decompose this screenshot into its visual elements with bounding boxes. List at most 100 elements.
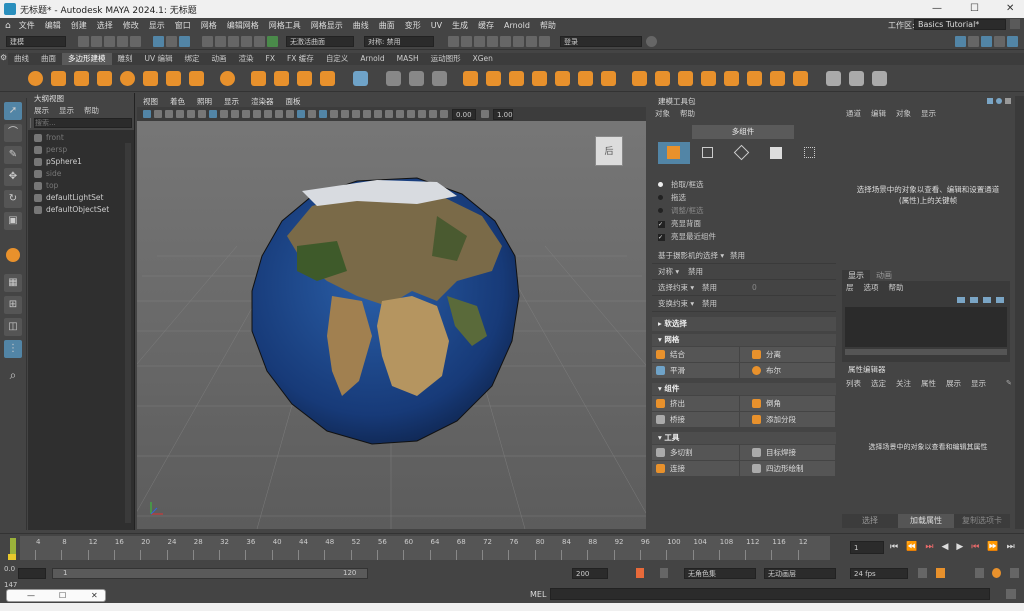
shelf-tab-12[interactable]: MASH bbox=[391, 53, 425, 65]
sphere-gear-icon[interactable] bbox=[220, 71, 235, 86]
attr-pin-icon[interactable]: ✎ bbox=[1006, 379, 1012, 387]
quad-draw-icon[interactable] bbox=[872, 71, 887, 86]
smooth-shade-icon[interactable] bbox=[296, 110, 305, 118]
separate-button[interactable]: 分离 bbox=[740, 347, 835, 362]
layer-menu-help[interactable]: 帮助 bbox=[889, 282, 904, 293]
shadows-icon[interactable] bbox=[340, 110, 349, 118]
channel-settings-icon[interactable] bbox=[1005, 98, 1011, 104]
four-view-icon[interactable]: ⊞ bbox=[4, 296, 22, 314]
anti-aliasing-icon[interactable] bbox=[373, 110, 382, 118]
open-scene-icon[interactable] bbox=[91, 36, 102, 47]
step-back-key-icon[interactable]: ⏭ bbox=[925, 542, 933, 552]
float-close-icon[interactable]: ✕ bbox=[91, 591, 98, 600]
center-pivot-icon[interactable] bbox=[409, 71, 424, 86]
home-icon[interactable]: ⌂ bbox=[5, 21, 11, 31]
menu-item-9[interactable]: 网格工具 bbox=[269, 20, 301, 31]
smooth-button[interactable]: 平滑 bbox=[652, 363, 739, 378]
poly-cylinder-icon[interactable] bbox=[74, 71, 89, 86]
anim-layer-dropdown[interactable]: 无动画层 bbox=[764, 568, 836, 579]
single-view-icon[interactable]: ▦ bbox=[4, 274, 22, 292]
poly-plane-icon[interactable] bbox=[143, 71, 158, 86]
menu-item-13[interactable]: 变形 bbox=[405, 20, 421, 31]
type-icon[interactable] bbox=[297, 71, 312, 86]
image-plane-icon[interactable] bbox=[175, 110, 184, 118]
isolate-select-icon[interactable] bbox=[395, 110, 404, 118]
snap-surface-icon[interactable] bbox=[254, 36, 265, 47]
viewport-menu-item-1[interactable]: 着色 bbox=[170, 96, 185, 107]
range-end-field[interactable]: 200 bbox=[572, 568, 608, 579]
extrude-button[interactable]: 挤出 bbox=[652, 396, 739, 411]
target-weld-button[interactable]: 目标焊接 bbox=[740, 445, 835, 460]
arnold-render-icon[interactable] bbox=[513, 36, 524, 47]
uv-grid-icon[interactable] bbox=[353, 71, 368, 86]
layout-tool-icon[interactable] bbox=[994, 36, 1005, 47]
play-render-icon[interactable] bbox=[539, 36, 550, 47]
play-backwards-icon[interactable]: ◀ bbox=[941, 542, 948, 552]
mesh-section[interactable]: ▾ 网格 bbox=[652, 334, 836, 346]
layer-scrollbar[interactable] bbox=[845, 349, 1007, 355]
snap-point-icon[interactable] bbox=[228, 36, 239, 47]
poly-disc-icon[interactable] bbox=[166, 71, 181, 86]
menu-item-1[interactable]: 编辑 bbox=[45, 20, 61, 31]
xray-components-icon[interactable] bbox=[428, 110, 437, 118]
exposure-field[interactable]: 0.00 bbox=[452, 108, 476, 120]
go-to-start-icon[interactable]: ⏮ bbox=[890, 542, 898, 552]
layer-new-selected-icon[interactable] bbox=[996, 296, 1004, 303]
outliner-item[interactable]: front bbox=[28, 132, 134, 144]
layer-move-down-icon[interactable] bbox=[970, 296, 978, 303]
layer-list[interactable] bbox=[845, 307, 1007, 347]
gamma-field[interactable]: 1.00 bbox=[493, 108, 513, 120]
shelf-tab-9[interactable]: FX 缓存 bbox=[281, 53, 320, 65]
check-backface[interactable]: ✓ 亮显背面 bbox=[652, 217, 836, 230]
rotate-tool-icon[interactable]: ↻ bbox=[4, 190, 22, 208]
viewport-menu-item-5[interactable]: 面板 bbox=[286, 96, 301, 107]
layer-tab-anim[interactable]: 动画 bbox=[870, 270, 898, 281]
minimize-icon[interactable]: — bbox=[932, 3, 942, 14]
object-mode-icon[interactable] bbox=[658, 142, 690, 164]
current-time-indicator[interactable] bbox=[10, 538, 16, 554]
attr-menu-show[interactable]: 显示 bbox=[971, 378, 986, 389]
radio-pick-box[interactable]: 拾取/框选 bbox=[652, 178, 836, 191]
step-forward-frame-icon[interactable]: ⏩ bbox=[987, 542, 998, 552]
bevel-icon[interactable] bbox=[678, 71, 693, 86]
field-chart-icon[interactable] bbox=[252, 110, 261, 118]
mode-dropdown[interactable]: 建模 bbox=[6, 36, 66, 47]
transform-constraint-row[interactable]: 变换约束 ▾ 禁用 bbox=[652, 296, 836, 312]
attr-menu-selected[interactable]: 选定 bbox=[871, 378, 886, 389]
channel-menu-show[interactable]: 显示 bbox=[921, 108, 936, 119]
bridge-button[interactable]: 桥接 bbox=[652, 412, 739, 427]
grease-pencil-icon[interactable] bbox=[197, 110, 206, 118]
toolkit-menu-help[interactable]: 帮助 bbox=[680, 108, 695, 119]
scale-tool-icon[interactable]: ▣ bbox=[4, 212, 22, 230]
outliner-scrollbar[interactable] bbox=[125, 143, 131, 523]
shelf-gear-icon[interactable]: ⚙ bbox=[0, 53, 8, 65]
anim-prefs-icon[interactable] bbox=[992, 568, 1001, 578]
toolkit-menu-object[interactable]: 对象 bbox=[655, 108, 670, 119]
panel-toggle-icon[interactable] bbox=[1010, 19, 1020, 29]
gate-mask-icon[interactable] bbox=[241, 110, 250, 118]
exposure-icon[interactable] bbox=[439, 110, 448, 118]
check-nearest[interactable]: ✓ 亮显最近组件 bbox=[652, 230, 836, 243]
snap-view-icon[interactable] bbox=[241, 36, 252, 47]
side-tab-strip[interactable] bbox=[1015, 96, 1024, 529]
outliner-item[interactable]: defaultLightSet bbox=[28, 192, 134, 204]
shelf-tab-4[interactable]: UV 编辑 bbox=[139, 53, 179, 65]
search-icon[interactable]: ⌕ bbox=[4, 366, 22, 384]
layout-channel-icon[interactable] bbox=[968, 36, 979, 47]
menu-item-3[interactable]: 选择 bbox=[97, 20, 113, 31]
viewport-3d[interactable]: 后 bbox=[137, 96, 646, 529]
outliner-menu-show[interactable]: 显示 bbox=[59, 105, 74, 116]
bookmark-icon[interactable] bbox=[164, 110, 173, 118]
select-object-icon[interactable] bbox=[166, 36, 177, 47]
viewport-menu-item-3[interactable]: 显示 bbox=[224, 96, 239, 107]
menu-item-5[interactable]: 显示 bbox=[149, 20, 165, 31]
ipr-render-icon[interactable] bbox=[474, 36, 485, 47]
outliner-item[interactable]: defaultObjectSet bbox=[28, 204, 134, 216]
layer-tab-display[interactable]: 显示 bbox=[842, 270, 870, 281]
uv-mode-icon[interactable] bbox=[794, 142, 826, 164]
help-globe-icon[interactable] bbox=[646, 36, 657, 47]
menu-item-11[interactable]: 曲线 bbox=[353, 20, 369, 31]
component-section[interactable]: ▾ 组件 bbox=[652, 383, 836, 395]
viewport-menu-item-2[interactable]: 照明 bbox=[197, 96, 212, 107]
live-surface-field[interactable]: 无激活曲面 bbox=[286, 36, 354, 47]
